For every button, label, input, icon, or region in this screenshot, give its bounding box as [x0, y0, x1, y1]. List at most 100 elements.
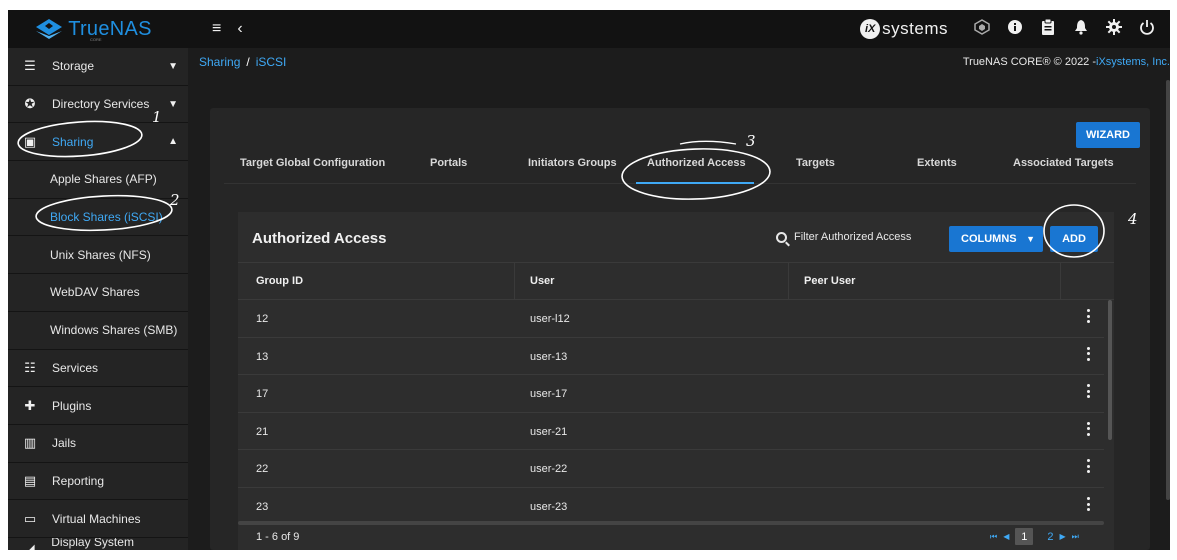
tab-extents[interactable]: Extents — [917, 157, 957, 169]
table-header: Group ID User Peer User — [238, 262, 1114, 300]
column-divider — [788, 263, 789, 300]
tab-targets[interactable]: Targets — [796, 157, 835, 169]
sidebar-item-label: Jails — [52, 436, 77, 451]
more-vert-icon[interactable] — [1086, 309, 1090, 323]
tab-portals[interactable]: Portals — [430, 157, 467, 169]
authorized-access-card: Authorized Access Filter Authorized Acce… — [238, 212, 1114, 550]
sidebar-item-label: Apple Shares (AFP) — [50, 172, 157, 187]
cell-user: user-l12 — [530, 313, 570, 325]
add-button[interactable]: ADD — [1050, 226, 1098, 252]
bell-icon[interactable] — [1072, 19, 1090, 39]
more-vert-icon[interactable] — [1086, 346, 1090, 361]
breadcrumb-parent[interactable]: Sharing — [199, 55, 240, 69]
search-icon — [776, 231, 787, 243]
tab-target-global-configuration[interactable]: Target Global Configuration — [240, 157, 385, 169]
sidebar-item-jails[interactable]: ▥ Jails — [8, 425, 188, 463]
power-icon[interactable] — [1138, 19, 1156, 39]
ixsystems-logo[interactable]: iX systems — [860, 19, 948, 39]
more-vert-icon[interactable] — [1086, 384, 1090, 399]
sidebar-item-afp[interactable]: Apple Shares (AFP) — [8, 161, 188, 199]
clipboard-icon[interactable] — [1039, 18, 1057, 39]
tab-associated-targets[interactable]: Associated Targets — [1013, 157, 1114, 169]
sidebar-item-nfs[interactable]: Unix Shares (NFS) — [8, 236, 188, 275]
cell-group-id: 23 — [256, 501, 269, 513]
card-title: Authorized Access — [252, 230, 387, 247]
truenas-logo-icon — [36, 19, 63, 39]
brand-edition: CORE — [90, 37, 102, 42]
gear-icon[interactable] — [1105, 19, 1123, 39]
sidebar-item-virtual-machines[interactable]: ▭ Virtual Machines — [8, 500, 188, 538]
sidebar-item-label: Storage — [52, 59, 95, 74]
previous-page-icon[interactable]: ◀ — [1003, 532, 1009, 541]
sidebar-item-system-processes[interactable]: ◢ Display System Processes — [8, 538, 188, 550]
tab-initiators-groups[interactable]: Initiators Groups — [528, 157, 617, 169]
filter-search[interactable]: Filter Authorized Access — [776, 231, 911, 243]
sidebar-item-webdav[interactable]: WebDAV Shares — [8, 274, 188, 312]
sliders-icon: ☷ — [24, 359, 36, 375]
active-tab-indicator — [636, 182, 754, 184]
sidebar-item-smb[interactable]: Windows Shares (SMB) — [8, 311, 188, 350]
breadcrumb: Sharing / iSCSI TrueNAS CORE® © 2022 - i… — [188, 48, 1170, 76]
puzzle-icon: ✚ — [24, 397, 36, 413]
brand-name: TrueNAS — [68, 17, 152, 40]
table-vertical-scrollbar[interactable] — [1108, 300, 1112, 440]
column-header-user[interactable]: User — [530, 275, 554, 287]
jail-icon: ▥ — [23, 435, 37, 451]
table-row[interactable]: 17 user-17 — [238, 375, 1104, 413]
copyright-link[interactable]: iXsystems, Inc. — [1096, 56, 1170, 68]
sidebar-item-storage[interactable]: ☰ Storage ▼ — [8, 48, 188, 86]
annotation-label-1: 1 — [152, 108, 162, 126]
hamburger-menu-icon[interactable]: ≡ — [212, 20, 221, 38]
page-1-button[interactable]: 1 — [1015, 528, 1034, 545]
laptop-icon: ▭ — [23, 510, 37, 526]
sidebar-item-iscsi[interactable]: Block Shares (iSCSI) — [8, 198, 188, 237]
sidebar-item-label: Reporting — [52, 473, 105, 488]
column-header-group-id[interactable]: Group ID — [256, 275, 303, 287]
iscsi-tabs: Target Global Configuration Portals Init… — [224, 144, 1136, 184]
storage-icon: ☰ — [24, 58, 36, 74]
table-row[interactable]: 21 user-21 — [238, 413, 1104, 451]
sidebar-item-plugins[interactable]: ✚ Plugins — [8, 387, 188, 425]
sidebar-item-services[interactable]: ☷ Services — [8, 350, 188, 388]
sharing-icon: ▣ — [23, 133, 37, 149]
sidebar-item-sharing[interactable]: ▣ Sharing ▲ — [8, 123, 188, 162]
copyright: TrueNAS CORE® © 2022 - iXsystems, Inc. — [963, 48, 1170, 76]
column-header-peer-user[interactable]: Peer User — [804, 275, 855, 287]
chart-icon: ▤ — [23, 472, 37, 488]
page-2-button[interactable]: 2 — [1047, 531, 1053, 543]
table-row[interactable]: 13 user-13 — [238, 338, 1104, 376]
more-vert-icon[interactable] — [1086, 459, 1090, 474]
truenas-logo[interactable]: TrueNAS — [8, 10, 180, 48]
cell-user: user-21 — [530, 425, 568, 438]
tab-authorized-access[interactable]: Authorized Access — [647, 157, 746, 169]
page-vertical-scrollbar[interactable] — [1166, 80, 1170, 500]
sidebar-item-label: Directory Services — [52, 97, 150, 112]
cell-group-id: 12 — [256, 313, 269, 325]
columns-button[interactable]: COLUMNS ▼ — [949, 226, 1043, 252]
more-vert-icon[interactable] — [1086, 497, 1090, 511]
vendor-name: systems — [882, 19, 948, 38]
truenas-app: TrueNAS CORE ≡ ‹ iX systems ☰ Storage ▼ … — [8, 10, 1170, 550]
last-page-icon[interactable]: ⏭ — [1072, 532, 1079, 542]
next-page-icon[interactable]: ▶ — [1059, 532, 1065, 541]
sidebar-item-label: Display System Processes — [51, 537, 134, 550]
card-header: Authorized Access Filter Authorized Acce… — [238, 212, 1114, 262]
table-row[interactable]: 22 user-22 — [238, 450, 1104, 488]
table-row[interactable]: 23 user-23 — [238, 488, 1104, 521]
info-icon[interactable] — [1006, 19, 1024, 39]
truecommand-icon[interactable] — [973, 19, 991, 39]
sidebar-item-reporting[interactable]: ▤ Reporting — [8, 463, 188, 501]
cell-group-id: 17 — [256, 388, 269, 401]
chevron-left-icon[interactable]: ‹ — [237, 20, 242, 38]
top-bar: TrueNAS CORE ≡ ‹ iX systems — [8, 10, 1170, 48]
table-row[interactable]: 12 user-l12 — [238, 300, 1104, 338]
copyright-text: TrueNAS CORE® © 2022 - — [962, 56, 1097, 68]
cell-group-id: 22 — [256, 463, 269, 476]
filter-placeholder[interactable]: Filter Authorized Access — [794, 231, 911, 243]
annotation-label-3: 3 — [746, 132, 756, 150]
topbar-right: iX systems — [860, 10, 1170, 48]
annotation-label-4: 4 — [1128, 210, 1138, 228]
chevron-down-icon: ▼ — [168, 98, 178, 110]
more-vert-icon[interactable] — [1086, 421, 1090, 436]
first-page-icon[interactable]: ⏮ — [990, 532, 997, 542]
